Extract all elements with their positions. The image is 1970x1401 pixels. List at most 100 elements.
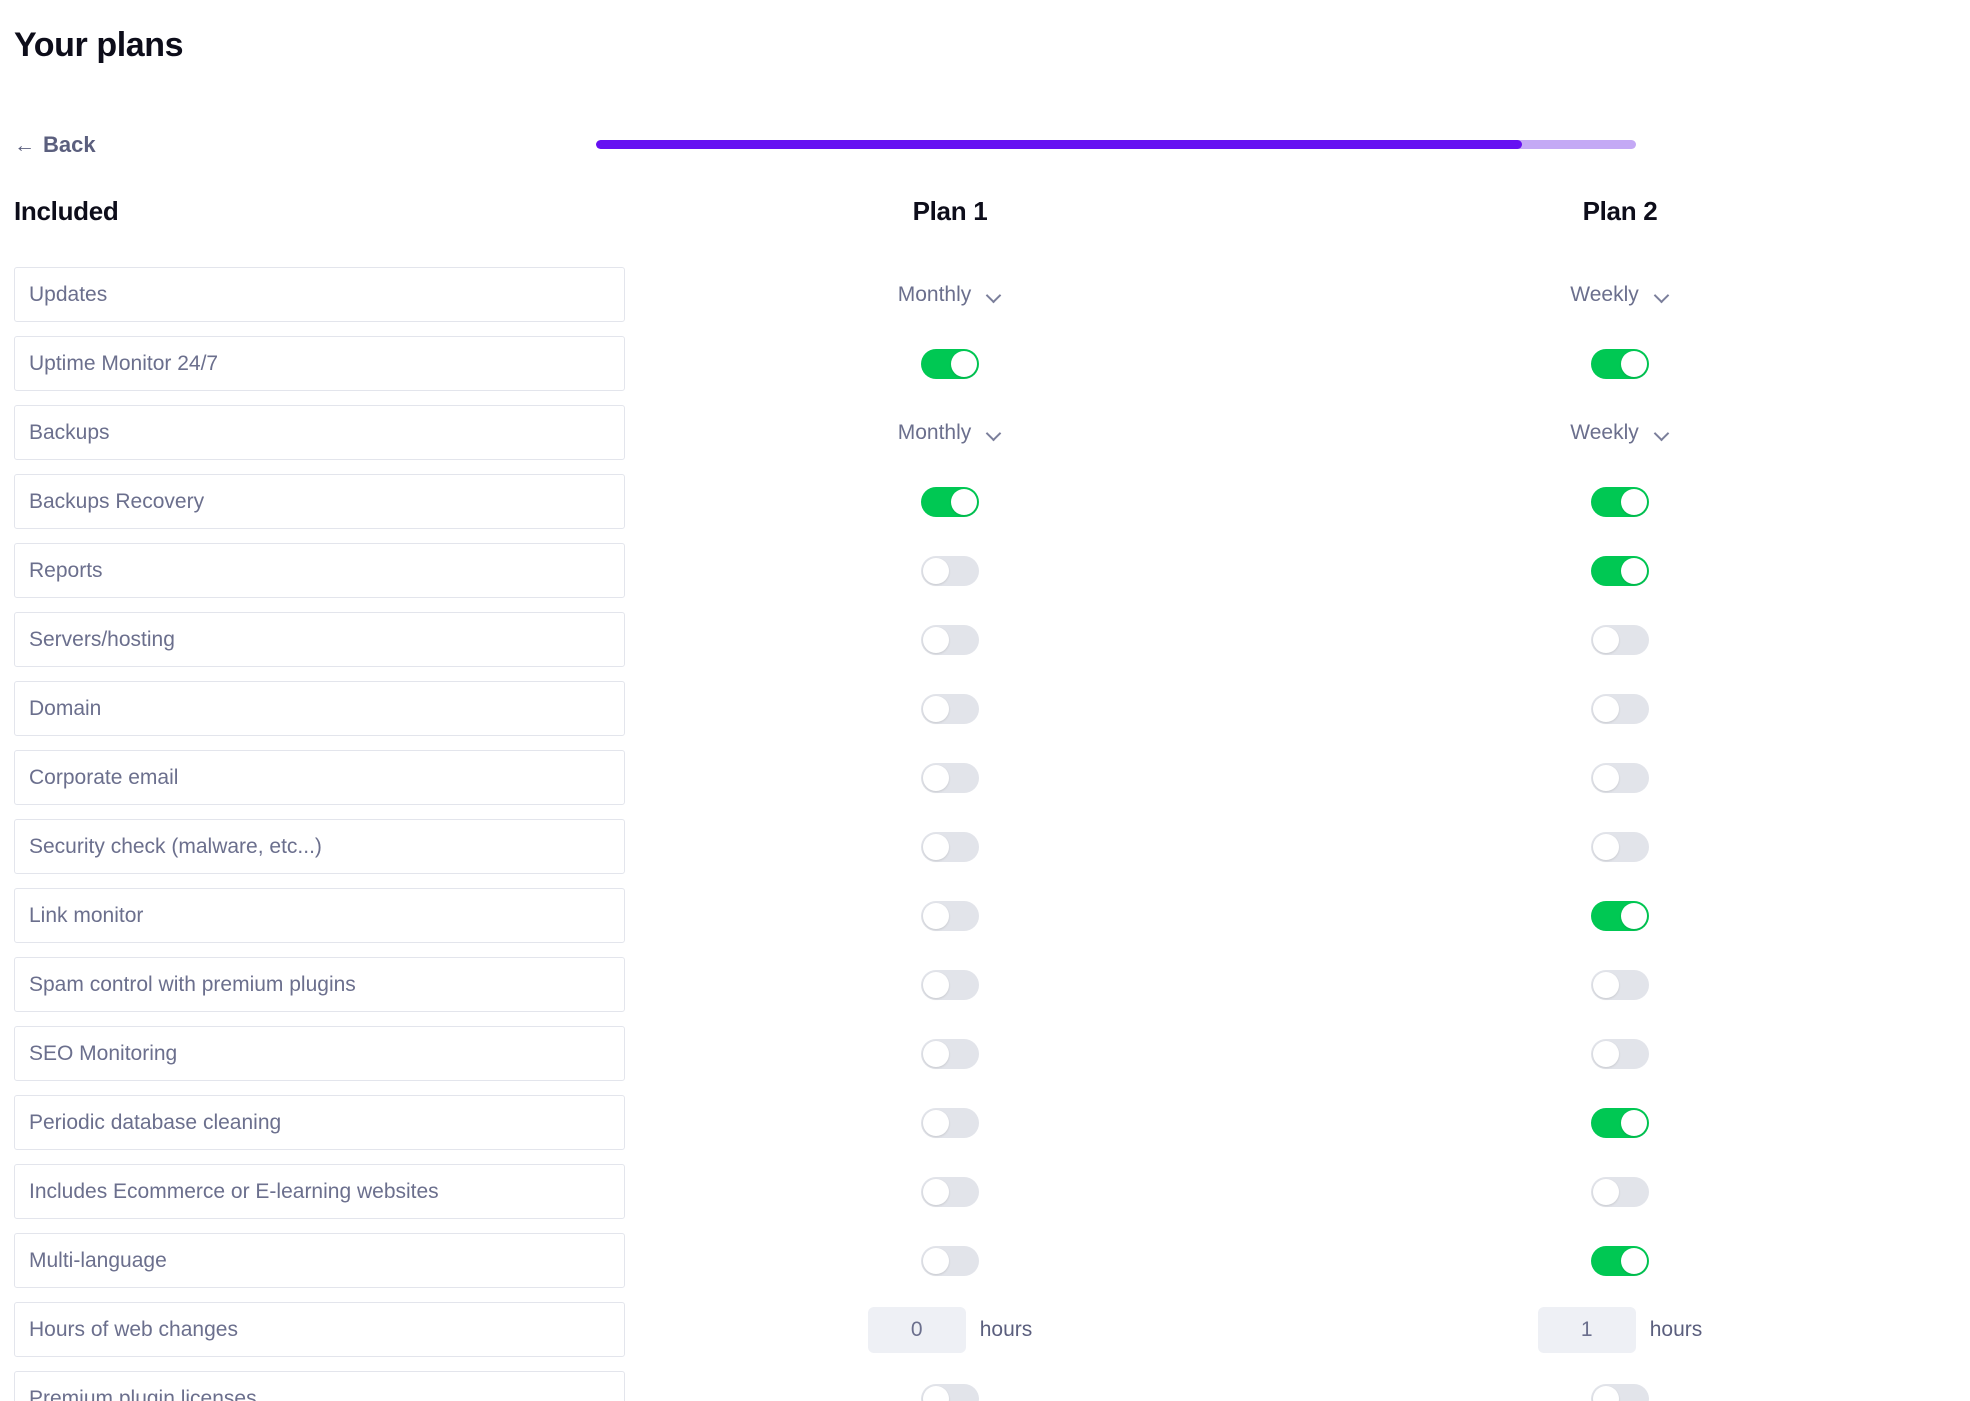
table-row: Security check (malware, etc...): [0, 819, 1970, 874]
plan2-feature-toggle[interactable]: [1591, 1039, 1649, 1069]
plan1-feature-toggle[interactable]: [921, 556, 979, 586]
toggle-knob: [1593, 627, 1619, 653]
plan1-feature-toggle[interactable]: [921, 970, 979, 1000]
cell-plan1: [640, 1095, 1260, 1150]
plan1-feature-toggle[interactable]: [921, 1384, 979, 1401]
plan1-feature-toggle[interactable]: [921, 1108, 979, 1138]
page-title: Your plans: [14, 26, 183, 65]
plan1-feature-toggle[interactable]: [921, 901, 979, 931]
cell-plan2: [1290, 1095, 1950, 1150]
plan2-feature-toggle[interactable]: [1591, 349, 1649, 379]
table-row: Domain: [0, 681, 1970, 736]
plan1-hours-input[interactable]: [868, 1307, 966, 1353]
cell-plan2: [1290, 888, 1950, 943]
toggle-knob: [923, 1386, 949, 1401]
column-header-plan2: Plan 2: [1290, 196, 1950, 227]
plan2-feature-toggle[interactable]: [1591, 832, 1649, 862]
plan1-feature-toggle[interactable]: [921, 694, 979, 724]
toggle-knob: [1593, 696, 1619, 722]
cell-plan2: [1290, 1164, 1950, 1219]
plan2-feature-toggle[interactable]: [1591, 901, 1649, 931]
toggle-knob: [923, 834, 949, 860]
progress-bar: [596, 140, 1636, 149]
cell-plan1: [640, 957, 1260, 1012]
feature-label: Backups: [14, 405, 625, 460]
chevron-down-icon: [1655, 290, 1670, 299]
toggle-knob: [1593, 1386, 1619, 1401]
toggle-knob: [1593, 1041, 1619, 1067]
plan1-feature-toggle[interactable]: [921, 349, 979, 379]
cell-plan1: [640, 819, 1260, 874]
table-row: Reports: [0, 543, 1970, 598]
plan2-feature-toggle[interactable]: [1591, 625, 1649, 655]
cell-plan2: [1290, 1026, 1950, 1081]
table-row: Link monitor: [0, 888, 1970, 943]
hours-unit-label: hours: [980, 1318, 1033, 1342]
plan-comparison-table: UpdatesMonthlyWeeklyUptime Monitor 24/7B…: [0, 267, 1970, 1401]
toggle-knob: [1593, 972, 1619, 998]
plan2-feature-toggle[interactable]: [1591, 1108, 1649, 1138]
cell-plan1: [640, 681, 1260, 736]
plan1-feature-toggle[interactable]: [921, 487, 979, 517]
toggle-knob: [923, 558, 949, 584]
plan1-hours-group: hours: [868, 1307, 1033, 1353]
toggle-knob: [923, 1110, 949, 1136]
chevron-down-icon: [1655, 428, 1670, 437]
table-row: Multi-language: [0, 1233, 1970, 1288]
cell-plan2: [1290, 957, 1950, 1012]
plan1-frequency-dropdown[interactable]: Monthly: [898, 283, 1003, 307]
back-link[interactable]: ← Back: [14, 132, 96, 158]
plan1-feature-toggle[interactable]: [921, 1246, 979, 1276]
plan2-frequency-dropdown[interactable]: Weekly: [1570, 421, 1669, 445]
feature-label: Domain: [14, 681, 625, 736]
cell-plan2: [1290, 750, 1950, 805]
plan1-feature-toggle[interactable]: [921, 763, 979, 793]
dropdown-selected-value: Monthly: [898, 421, 972, 445]
plan1-feature-toggle[interactable]: [921, 832, 979, 862]
toggle-knob: [1593, 834, 1619, 860]
toggle-knob: [1621, 558, 1647, 584]
toggle-knob: [1593, 765, 1619, 791]
plan2-feature-toggle[interactable]: [1591, 487, 1649, 517]
cell-plan2: Weekly: [1290, 405, 1950, 460]
table-row: Hours of web changeshourshours: [0, 1302, 1970, 1357]
plan2-frequency-dropdown[interactable]: Weekly: [1570, 283, 1669, 307]
cell-plan1: [640, 543, 1260, 598]
cell-plan1: [640, 1026, 1260, 1081]
toggle-knob: [1621, 489, 1647, 515]
table-row: SEO Monitoring: [0, 1026, 1970, 1081]
hours-unit-label: hours: [1650, 1318, 1703, 1342]
table-row: Includes Ecommerce or E-learning website…: [0, 1164, 1970, 1219]
toggle-knob: [923, 1041, 949, 1067]
cell-plan2: hours: [1290, 1302, 1950, 1357]
plan2-hours-input[interactable]: [1538, 1307, 1636, 1353]
cell-plan2: [1290, 543, 1950, 598]
cell-plan1: [640, 750, 1260, 805]
plan1-feature-toggle[interactable]: [921, 625, 979, 655]
plan2-feature-toggle[interactable]: [1591, 556, 1649, 586]
plan2-feature-toggle[interactable]: [1591, 763, 1649, 793]
cell-plan2: [1290, 474, 1950, 529]
feature-label: Multi-language: [14, 1233, 625, 1288]
plan2-feature-toggle[interactable]: [1591, 1177, 1649, 1207]
plan1-feature-toggle[interactable]: [921, 1039, 979, 1069]
cell-plan2: [1290, 819, 1950, 874]
chevron-down-icon: [987, 428, 1002, 437]
plan2-feature-toggle[interactable]: [1591, 1384, 1649, 1401]
table-row: Backups Monthly Weekly: [0, 405, 1970, 460]
feature-label: Uptime Monitor 24/7: [14, 336, 625, 391]
toggle-knob: [1621, 351, 1647, 377]
cell-plan1: [640, 1233, 1260, 1288]
table-row: Periodic database cleaning: [0, 1095, 1970, 1150]
plan2-feature-toggle[interactable]: [1591, 970, 1649, 1000]
plan2-feature-toggle[interactable]: [1591, 1246, 1649, 1276]
cell-plan1: hours: [640, 1302, 1260, 1357]
plan2-feature-toggle[interactable]: [1591, 694, 1649, 724]
toggle-knob: [923, 903, 949, 929]
table-row: Premium plugin licenses: [0, 1371, 1970, 1401]
back-link-label: Back: [43, 132, 96, 158]
cell-plan1: Monthly: [640, 267, 1260, 322]
plan1-frequency-dropdown[interactable]: Monthly: [898, 421, 1003, 445]
toggle-knob: [923, 627, 949, 653]
plan1-feature-toggle[interactable]: [921, 1177, 979, 1207]
